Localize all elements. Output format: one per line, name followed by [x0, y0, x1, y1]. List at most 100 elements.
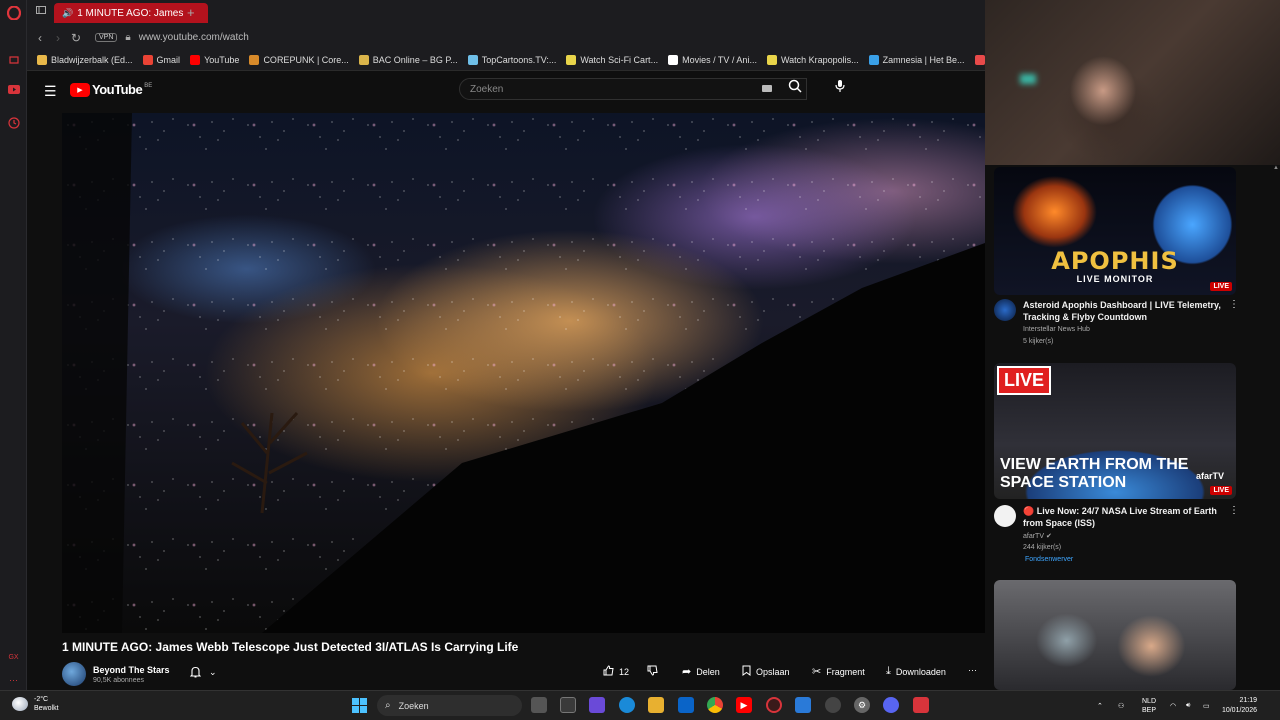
save-button[interactable]: Opslaan	[742, 665, 790, 679]
battery-icon[interactable]: ▭	[1203, 691, 1210, 720]
bookmark-item[interactable]: BAC Online – BG P...	[358, 55, 458, 65]
volume-icon[interactable]: 🔊︎	[1186, 691, 1190, 720]
weather-widget[interactable]: -2°C Bewolkt	[12, 695, 59, 713]
recommendation-thumbnail[interactable]: LIVE VIEW EARTH FROM THE SPACE STATION a…	[994, 363, 1236, 499]
bookmark-label: COREPUNK | Core...	[263, 55, 349, 65]
thumbnail-title: APOPHIS	[1051, 247, 1179, 275]
recommendation-thumbnail[interactable]	[994, 580, 1236, 690]
thumbs-down-icon	[647, 665, 658, 679]
verified-icon: ✔	[1045, 533, 1052, 540]
bookmark-item[interactable]: Watch Sci-Fi Cart...	[566, 55, 658, 65]
recommendation-channel[interactable]: afarTV ✔	[1023, 532, 1052, 540]
store-icon[interactable]	[560, 697, 576, 713]
vpn-badge[interactable]: VPN	[95, 33, 118, 42]
discord-icon[interactable]	[883, 697, 899, 713]
opera-logo-icon[interactable]	[6, 5, 21, 20]
tab-active[interactable]: 🔊 1 MINUTE AGO: James	[54, 3, 208, 23]
task-view-icon[interactable]	[531, 697, 547, 713]
history-icon[interactable]	[6, 115, 21, 130]
bookmark-item[interactable]: Zamnesia | Het Be...	[868, 55, 965, 65]
outlook-icon[interactable]	[678, 697, 694, 713]
microphone-icon[interactable]	[835, 79, 845, 96]
bookmark-item[interactable]: Watch Krapopolis...	[766, 55, 859, 65]
more-options-icon[interactable]: ⋮	[1229, 299, 1239, 310]
live-label: LIVE	[997, 366, 1052, 395]
clip-label: Fragment	[826, 666, 865, 677]
teams-icon[interactable]	[589, 697, 605, 713]
back-icon[interactable]: ‹	[31, 31, 49, 45]
url-field[interactable]: www.youtube.com/watch	[139, 32, 249, 43]
tab-menu-icon[interactable]	[36, 6, 46, 17]
bookmark-label: Gmail	[156, 55, 181, 65]
date: 10/01/2026	[1221, 707, 1257, 714]
messenger-icon[interactable]	[6, 52, 21, 67]
time: 21:19	[1239, 697, 1257, 704]
scrollbar[interactable]: ▲	[1272, 165, 1280, 690]
edge-icon[interactable]	[619, 697, 635, 713]
bookmark-item[interactable]: Movies / TV / Ani...	[668, 55, 757, 65]
share-button[interactable]: ➦ Delen	[682, 665, 720, 678]
download-button[interactable]: ⤓ Downloaden	[886, 665, 946, 678]
gx-icon[interactable]: GX	[6, 650, 21, 665]
youtube-sidebar-icon[interactable]	[6, 82, 21, 97]
bookmark-item[interactable]: EN	[974, 55, 985, 65]
chrome-icon[interactable]	[707, 697, 723, 713]
bookmark-label: Watch Krapopolis...	[780, 55, 859, 65]
lock-icon[interactable]: 🔒︎	[125, 32, 130, 43]
settings-icon[interactable]: ⚙	[854, 697, 870, 713]
recommendation-channel[interactable]: Interstellar News Hub	[1023, 326, 1090, 333]
recommendation-thumbnail[interactable]: APOPHIS LIVE MONITOR LIVE	[994, 167, 1236, 295]
weather-condition: Bewolkt	[34, 705, 59, 712]
dislike-button[interactable]	[647, 665, 663, 679]
video-title: 1 MINUTE AGO: James Webb Telescope Just …	[62, 640, 519, 654]
language-indicator[interactable]: NLD BEP	[1142, 691, 1156, 720]
windows-start-icon[interactable]	[352, 698, 367, 713]
recommendations-sidebar: APOPHIS LIVE MONITOR LIVE Asteroid Apoph…	[985, 165, 1280, 690]
recommendation-title[interactable]: 🔴 Live Now: 24/7 NASA Live Stream of Ear…	[1023, 505, 1223, 529]
bookmark-icon	[742, 665, 751, 679]
bookmark-item[interactable]: TopCartoons.TV:...	[467, 55, 556, 65]
more-options-icon[interactable]: ⋮	[1229, 505, 1239, 516]
opera-gx-icon[interactable]	[766, 697, 782, 713]
clip-button[interactable]: ✂ Fragment	[812, 665, 865, 678]
cloud-icon	[12, 697, 28, 711]
thumbnail-title: VIEW EARTH FROM THE SPACE STATION	[1000, 456, 1189, 491]
taskbar-search[interactable]: ⌕ Zoeken	[377, 695, 522, 716]
search-input[interactable]: Zoeken	[459, 78, 807, 100]
channel-avatar[interactable]	[994, 299, 1016, 321]
calculator-icon[interactable]	[795, 697, 811, 713]
video-actions: 12 ➦ Delen Opslaan ✂ Fragment ⤓ Download…	[0, 665, 985, 683]
bookmark-item[interactable]: YouTube	[190, 55, 239, 65]
menu-icon[interactable]: ☰	[44, 83, 57, 100]
search-icon[interactable]	[788, 79, 802, 96]
video-player[interactable]	[62, 113, 985, 633]
keyboard-icon[interactable]	[762, 85, 772, 92]
app-icon[interactable]	[825, 697, 841, 713]
reload-icon[interactable]: ↻	[67, 31, 85, 45]
file-explorer-icon[interactable]	[648, 697, 664, 713]
app-red-icon[interactable]	[913, 697, 929, 713]
forward-icon[interactable]: ›	[49, 31, 67, 45]
new-tab-button[interactable]: +	[187, 5, 195, 20]
like-button[interactable]: 12	[603, 665, 629, 679]
krapopolis-icon	[766, 55, 777, 65]
bookmark-label: Zamnesia | Het Be...	[882, 55, 965, 65]
channel-avatar[interactable]	[994, 505, 1016, 527]
clock[interactable]: 21:19 10/01/2026	[1222, 696, 1257, 716]
bookmark-item[interactable]: Bladwijzerbalk (Ed...	[37, 55, 133, 65]
live-badge: LIVE	[1210, 486, 1232, 495]
bookmark-item[interactable]: COREPUNK | Core...	[249, 55, 349, 65]
wifi-icon[interactable]: ◠	[1170, 691, 1176, 720]
tab-title: 1 MINUTE AGO: James	[77, 7, 184, 19]
network-icon[interactable]: ⚇	[1118, 691, 1124, 720]
scroll-up-icon[interactable]: ▲	[1273, 165, 1279, 171]
tray-overflow-icon[interactable]: ⌃	[1097, 691, 1103, 720]
more-actions-icon[interactable]: ···	[968, 665, 977, 675]
recommendation-title[interactable]: Asteroid Apophis Dashboard | LIVE Teleme…	[1023, 299, 1223, 323]
youtube-app-icon[interactable]: ▶	[736, 697, 752, 713]
youtube-logo[interactable]: ▶ YouTube BE	[70, 82, 152, 97]
opera-sidebar: GX ···	[0, 0, 27, 690]
bookmark-item[interactable]: Gmail	[142, 55, 181, 65]
taskbar-search-label: Zoeken	[398, 700, 429, 711]
speaker-icon[interactable]: 🔊	[62, 8, 73, 19]
